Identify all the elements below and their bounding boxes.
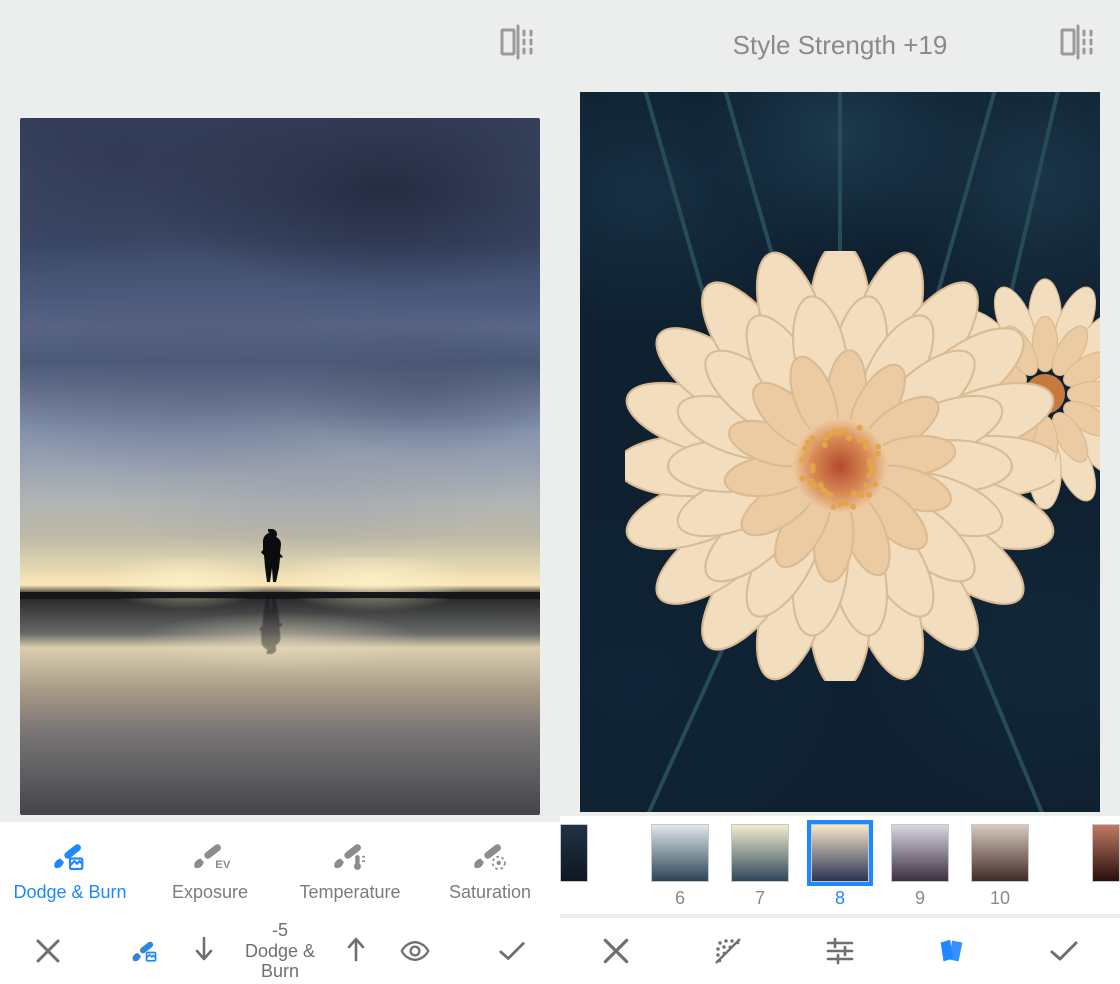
- brush-dodge-burn-icon: [130, 936, 160, 966]
- filter-thumb-edge[interactable]: [1040, 824, 1120, 882]
- arrow-down-icon: [193, 935, 215, 963]
- silhouette-reflection: [257, 606, 287, 654]
- compare-icon[interactable]: [498, 22, 538, 62]
- svg-text:EV: EV: [215, 859, 231, 871]
- decrease-button[interactable]: [193, 935, 215, 968]
- tool-exposure[interactable]: EV Exposure: [140, 822, 280, 918]
- tune-button[interactable]: [784, 935, 896, 967]
- image-canvas[interactable]: [580, 92, 1100, 812]
- topbar: [0, 0, 560, 64]
- eye-icon: [400, 936, 430, 966]
- filter-thumb-8[interactable]: 8: [800, 824, 880, 909]
- filter-thumb-9[interactable]: 9: [880, 824, 960, 909]
- arrow-up-icon: [345, 935, 367, 963]
- image-canvas[interactable]: [20, 118, 540, 815]
- action-bar: -5 Dodge & Burn: [0, 918, 560, 984]
- check-icon: [497, 936, 527, 966]
- filter-thumbnail: [811, 824, 869, 882]
- tool-label: Dodge & Burn: [13, 882, 126, 903]
- filter-label: 8: [835, 888, 845, 909]
- value-readout[interactable]: -5 Dodge & Burn: [229, 920, 331, 982]
- filter-label: 9: [915, 888, 925, 909]
- filter-thumbnail: [971, 824, 1029, 882]
- apply-button[interactable]: [463, 936, 560, 966]
- tool-saturation[interactable]: Saturation: [420, 822, 560, 918]
- cards-icon: [936, 935, 968, 967]
- styles-button[interactable]: [896, 935, 1008, 967]
- apply-button[interactable]: [1008, 935, 1120, 967]
- flower-main: [625, 251, 1055, 681]
- tool-temperature[interactable]: Temperature: [280, 822, 420, 918]
- overlay-text: Style Strength +19: [560, 30, 1120, 61]
- action-bar: [560, 918, 1120, 984]
- mask-button[interactable]: [672, 935, 784, 967]
- topbar: Style Strength +19: [560, 0, 1120, 64]
- filter-thumb-7[interactable]: 7: [720, 824, 800, 909]
- filter-thumb-edge[interactable]: [560, 824, 640, 882]
- filter-thumb-10[interactable]: 10: [960, 824, 1040, 909]
- filter-thumbnail: [891, 824, 949, 882]
- compare-icon[interactable]: [1058, 22, 1098, 62]
- current-brush-indicator[interactable]: [97, 936, 194, 966]
- filter-thumbnail: [731, 824, 789, 882]
- cancel-button[interactable]: [0, 936, 97, 966]
- sliders-icon: [824, 935, 856, 967]
- value-adjuster: -5 Dodge & Burn: [193, 920, 367, 982]
- tool-label: Temperature: [299, 882, 400, 903]
- cancel-button[interactable]: [560, 935, 672, 967]
- tool-label: Exposure: [172, 882, 248, 903]
- filter-thumbnail: [560, 824, 588, 882]
- filter-thumb-6[interactable]: 6: [640, 824, 720, 909]
- screen-brush-tool: Dodge & Burn EV Exposure Temperature: [0, 0, 560, 984]
- adjust-value: -5: [229, 920, 331, 941]
- close-icon: [600, 935, 632, 967]
- preview-button[interactable]: [367, 936, 464, 966]
- filter-label: 10: [990, 888, 1010, 909]
- filter-thumbnail: [1092, 824, 1120, 882]
- screen-style-filters: Style Strength +19: [560, 0, 1120, 984]
- brush-tool-row: Dodge & Burn EV Exposure Temperature: [0, 822, 560, 918]
- filter-thumbnail: [651, 824, 709, 882]
- filter-label: 6: [675, 888, 685, 909]
- tool-label: Saturation: [449, 882, 531, 903]
- silhouette: [259, 529, 287, 589]
- mask-dots-icon: [712, 935, 744, 967]
- adjust-name: Dodge & Burn: [229, 941, 331, 982]
- tool-dodge-and-burn[interactable]: Dodge & Burn: [0, 822, 140, 918]
- filter-label: 7: [755, 888, 765, 909]
- close-icon: [33, 936, 63, 966]
- filter-strip[interactable]: 6 7 8 9 10: [560, 816, 1120, 914]
- check-icon: [1048, 935, 1080, 967]
- increase-button[interactable]: [345, 935, 367, 968]
